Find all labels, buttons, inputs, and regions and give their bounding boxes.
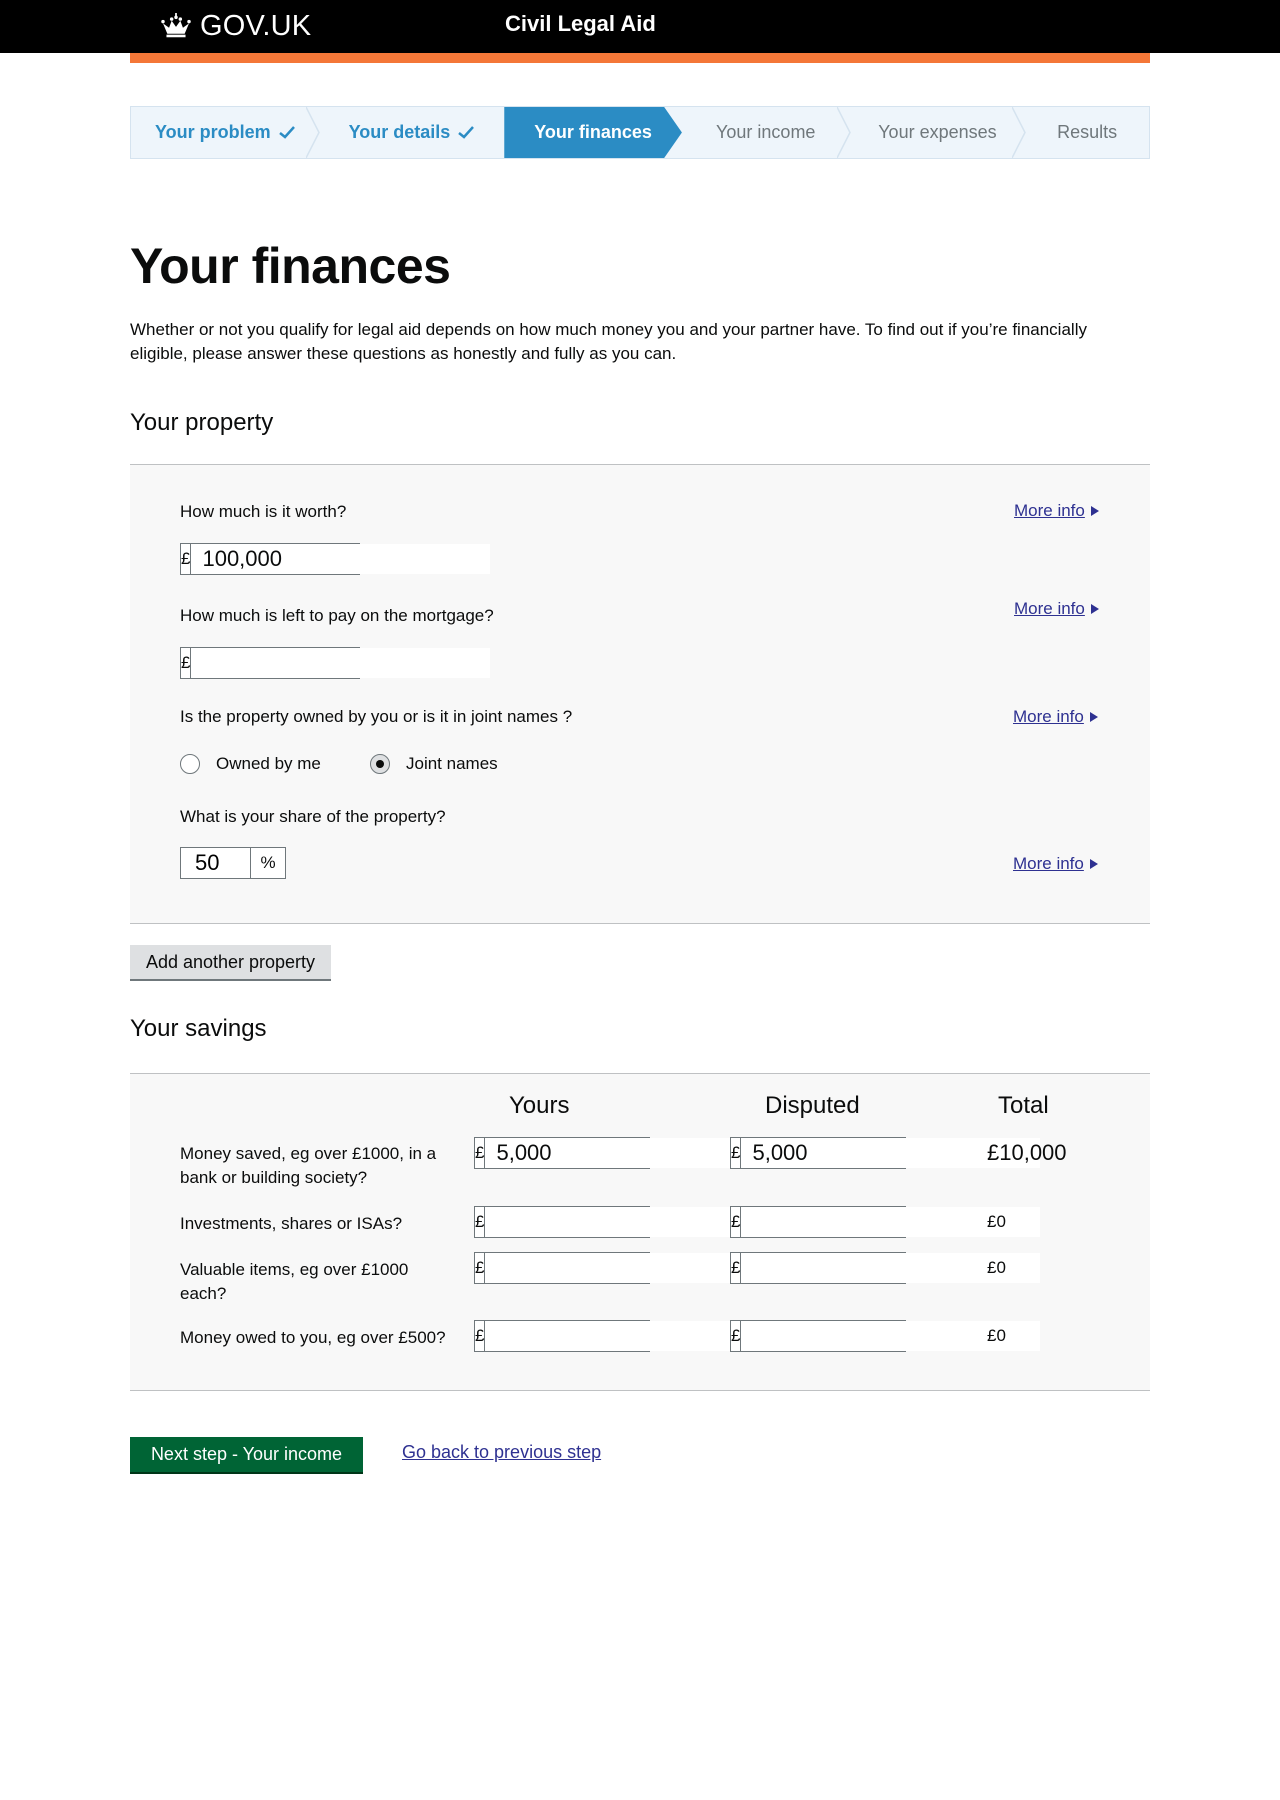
logo-text: GOV.UK (200, 9, 312, 42)
header-accent-bar (130, 53, 1150, 63)
step-label: Your finances (534, 122, 652, 142)
radio-label: Owned by me (216, 754, 321, 773)
currency-prefix: £ (475, 1253, 486, 1283)
step-your-finances[interactable]: Your finances (504, 107, 682, 158)
service-name[interactable]: Civil Legal Aid (505, 11, 656, 37)
savings-panel: Yours Disputed Total Money saved, eg ove… (130, 1073, 1150, 1391)
more-info-label: More info (1014, 501, 1085, 520)
percent-suffix: % (260, 853, 276, 872)
progress-steps: Your problem Your details Your finances … (130, 106, 1150, 159)
disputed-field: £ (730, 1206, 1041, 1238)
triangle-right-icon (1090, 506, 1099, 516)
chevron-separator-icon (305, 107, 320, 158)
savings-row-label: Valuable items, eg over £1000 each? (180, 1260, 409, 1303)
share-input[interactable] (181, 848, 251, 878)
savings-row-label: Money owed to you, eg over £500? (180, 1328, 446, 1347)
row-total: £0 (987, 1258, 1006, 1277)
step-label: Your problem (154, 122, 271, 142)
step-your-problem[interactable]: Your problem (131, 107, 320, 158)
disputed-field: £ (730, 1320, 1041, 1352)
currency-prefix: £ (475, 1321, 486, 1351)
savings-row-label: Investments, shares or ISAs? (180, 1214, 403, 1233)
checkmark-icon (278, 126, 295, 139)
row-total: £10,000 (987, 1140, 1067, 1165)
more-info-label: More info (1013, 707, 1084, 726)
currency-prefix: £ (731, 1207, 742, 1237)
step-label: Your income (716, 122, 816, 142)
column-header-disputed: Disputed (765, 1092, 860, 1119)
global-header: GOV.UK Civil Legal Aid (0, 0, 1280, 53)
share-field: % (180, 847, 286, 879)
step-your-expenses: Your expenses (850, 107, 1027, 158)
more-info-label: More info (1013, 854, 1084, 873)
triangle-right-icon (1089, 712, 1098, 722)
step-label: Results (1057, 122, 1118, 142)
next-step-button[interactable]: Next step - Your income (130, 1437, 363, 1472)
triangle-right-icon (1089, 859, 1098, 869)
currency-prefix: £ (731, 1138, 742, 1168)
worth-field: £ (180, 543, 491, 575)
step-label: Your expenses (878, 122, 997, 142)
property-panel: How much is it worth? More info £ How mu… (130, 464, 1150, 924)
mortgage-question: How much is left to pay on the mortgage? (180, 606, 494, 625)
page-title: Your finances (130, 238, 451, 294)
step-results: Results (1025, 107, 1149, 158)
column-header-total: Total (998, 1092, 1049, 1119)
mortgage-input[interactable] (191, 648, 491, 678)
more-info-label: More info (1014, 599, 1085, 618)
more-info-link[interactable]: More info (1014, 599, 1099, 619)
govuk-logo-link[interactable]: GOV.UK (160, 9, 312, 42)
triangle-right-icon (1090, 604, 1099, 614)
row-total: £0 (987, 1326, 1006, 1345)
radio-label: Joint names (406, 754, 498, 773)
add-another-property-button[interactable]: Add another property (130, 945, 331, 979)
currency-prefix: £ (475, 1138, 486, 1168)
more-info-link[interactable]: More info (1014, 501, 1099, 521)
radio-circle-selected[interactable] (370, 754, 390, 774)
yours-field: £ (474, 1206, 785, 1238)
step-label: Your details (348, 122, 451, 142)
disputed-field: £ (730, 1252, 1041, 1284)
property-heading: Your property (130, 409, 274, 436)
currency-prefix: £ (731, 1253, 742, 1283)
disputed-field: £ (730, 1137, 1041, 1169)
radio-owned-by-me[interactable]: Owned by me (180, 754, 321, 774)
worth-question: How much is it worth? (180, 502, 347, 521)
radio-circle[interactable] (180, 754, 200, 774)
currency-prefix: £ (181, 648, 192, 678)
currency-prefix: £ (475, 1207, 486, 1237)
more-info-link[interactable]: More info (1013, 707, 1098, 727)
currency-prefix: £ (731, 1321, 742, 1351)
currency-prefix: £ (181, 544, 192, 574)
savings-row-label: Money saved, eg over £1000, in a bank or… (180, 1144, 437, 1187)
radio-joint-names[interactable]: Joint names (370, 754, 498, 774)
row-total: £0 (987, 1212, 1006, 1231)
step-your-income: Your income (682, 107, 851, 158)
go-back-link[interactable]: Go back to previous step (402, 1442, 601, 1463)
checkmark-icon (458, 126, 475, 139)
share-question: What is your share of the property? (180, 807, 446, 826)
intro-text: Whether or not you qualify for legal aid… (130, 320, 1087, 363)
chevron-separator-icon (836, 107, 851, 158)
worth-input[interactable] (191, 544, 491, 574)
mortgage-field: £ (180, 647, 491, 679)
yours-field: £ (474, 1252, 785, 1284)
yours-field: £ (474, 1320, 785, 1352)
column-header-yours: Yours (509, 1092, 570, 1119)
ownership-question: Is the property owned by you or is it in… (180, 707, 573, 726)
step-your-details[interactable]: Your details (319, 107, 505, 158)
yours-field: £ (474, 1137, 785, 1169)
crown-icon (161, 13, 191, 38)
chevron-separator-icon (1012, 107, 1027, 158)
more-info-link[interactable]: More info (1013, 854, 1098, 874)
savings-heading: Your savings (130, 1015, 267, 1042)
